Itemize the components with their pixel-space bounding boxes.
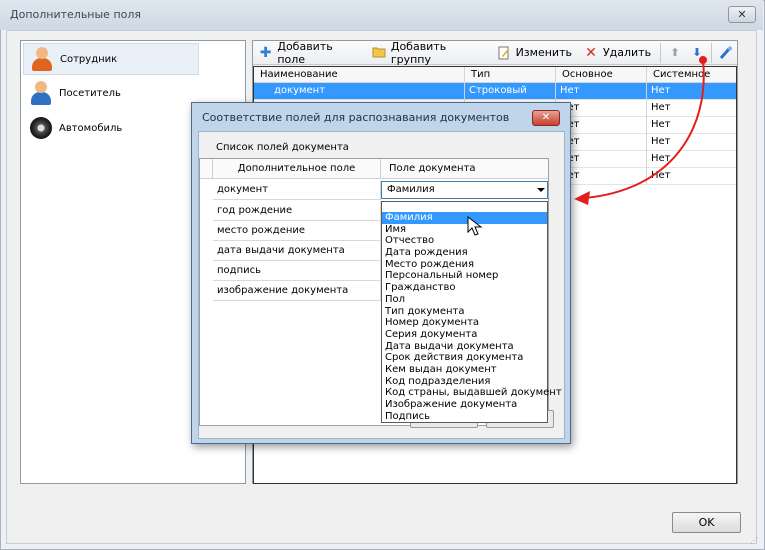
add-group-button[interactable]: Добавить группу [366, 39, 491, 66]
add-field-button[interactable]: ✚ Добавить поле [253, 39, 366, 66]
annotation-arrow-icon [574, 56, 707, 205]
dropdown-option[interactable]: Фамилия [382, 212, 547, 224]
window-title: Дополнительные поля [0, 0, 763, 30]
column-header-document-field[interactable]: Поле документа [381, 159, 548, 179]
dropdown-option[interactable]: Изображение документа [382, 399, 547, 411]
category-item-visitor[interactable]: Посетитель [23, 77, 199, 109]
employee-icon [30, 46, 54, 72]
dropdown-option[interactable]: Код подразделения [382, 376, 547, 388]
dropdown-option[interactable]: Дата рождения [382, 247, 547, 259]
mapping-row-field[interactable]: документ [213, 180, 381, 200]
edit-icon [497, 46, 511, 60]
chevron-down-icon[interactable] [537, 188, 545, 192]
dropdown-option[interactable]: Гражданство [382, 282, 547, 294]
dropdown-option[interactable]: Срок действия документа [382, 352, 547, 364]
resize-grip-icon[interactable]: ⋰ [750, 536, 760, 546]
car-wheel-icon [29, 115, 53, 141]
ok-button[interactable]: OK [672, 512, 741, 533]
dropdown-option[interactable]: Персональный номер [382, 270, 547, 282]
column-header-name[interactable]: Наименование [254, 67, 465, 83]
mapping-table-header: Дополнительное поле Поле документа [200, 159, 548, 179]
dropdown-option[interactable]: Кем выдан документ [382, 364, 547, 376]
category-label: Посетитель [59, 87, 121, 99]
dropdown-option[interactable]: Имя [382, 224, 547, 236]
add-group-label: Добавить группу [390, 39, 447, 66]
visitor-icon [29, 80, 53, 106]
mouse-cursor-icon [467, 216, 483, 236]
document-field-combobox[interactable]: Фамилия [381, 181, 548, 199]
category-item-employee[interactable]: Сотрудник [23, 43, 199, 75]
mapping-row-field[interactable]: место рождение [213, 221, 381, 241]
document-fields-caption: Список полей документа [216, 142, 349, 153]
category-item-car[interactable]: Автомобиль [23, 112, 199, 144]
document-field-dropdown: Фамилия Имя Отчество Дата рождения Место… [381, 201, 562, 423]
dropdown-option[interactable]: Дата выдачи документа [382, 341, 547, 353]
cell-type: Строковый [465, 83, 556, 100]
mapping-row-field[interactable]: год рождение [213, 201, 381, 221]
cell-name: документ [254, 83, 465, 100]
category-label: Сотрудник [60, 53, 118, 65]
dropdown-option[interactable]: Пол [382, 294, 547, 306]
mapping-row-field[interactable]: дата выдачи документа [213, 241, 381, 261]
dropdown-option[interactable]: Серия документа [382, 329, 547, 341]
dropdown-option[interactable]: Номер документа [382, 317, 547, 329]
dropdown-option[interactable]: Отчество [382, 235, 547, 247]
mapping-row-field[interactable]: подпись [213, 261, 381, 281]
mapping-row-field[interactable]: изображение документа [213, 281, 381, 301]
plus-icon: ✚ [259, 44, 272, 61]
dialog-close-button[interactable]: ✕ [532, 110, 560, 126]
dropdown-option[interactable]: Тип документа [382, 306, 547, 318]
add-field-label: Добавить поле [277, 39, 333, 66]
window-close-button[interactable]: ✕ [728, 6, 756, 23]
dropdown-option[interactable]: Подпись [382, 411, 547, 423]
dropdown-option[interactable]: Место рождения [382, 259, 547, 271]
folder-icon [372, 46, 386, 60]
dialog-title: Соответствие полей для распознавания док… [202, 111, 510, 124]
category-label: Автомобиль [59, 122, 123, 134]
column-header-extra-field[interactable]: Дополнительное поле [213, 159, 381, 179]
row-header-spacer [200, 159, 213, 179]
dropdown-option[interactable]: Код страны, выдавшей документ [382, 387, 562, 399]
column-header-type[interactable]: Тип [465, 67, 556, 83]
